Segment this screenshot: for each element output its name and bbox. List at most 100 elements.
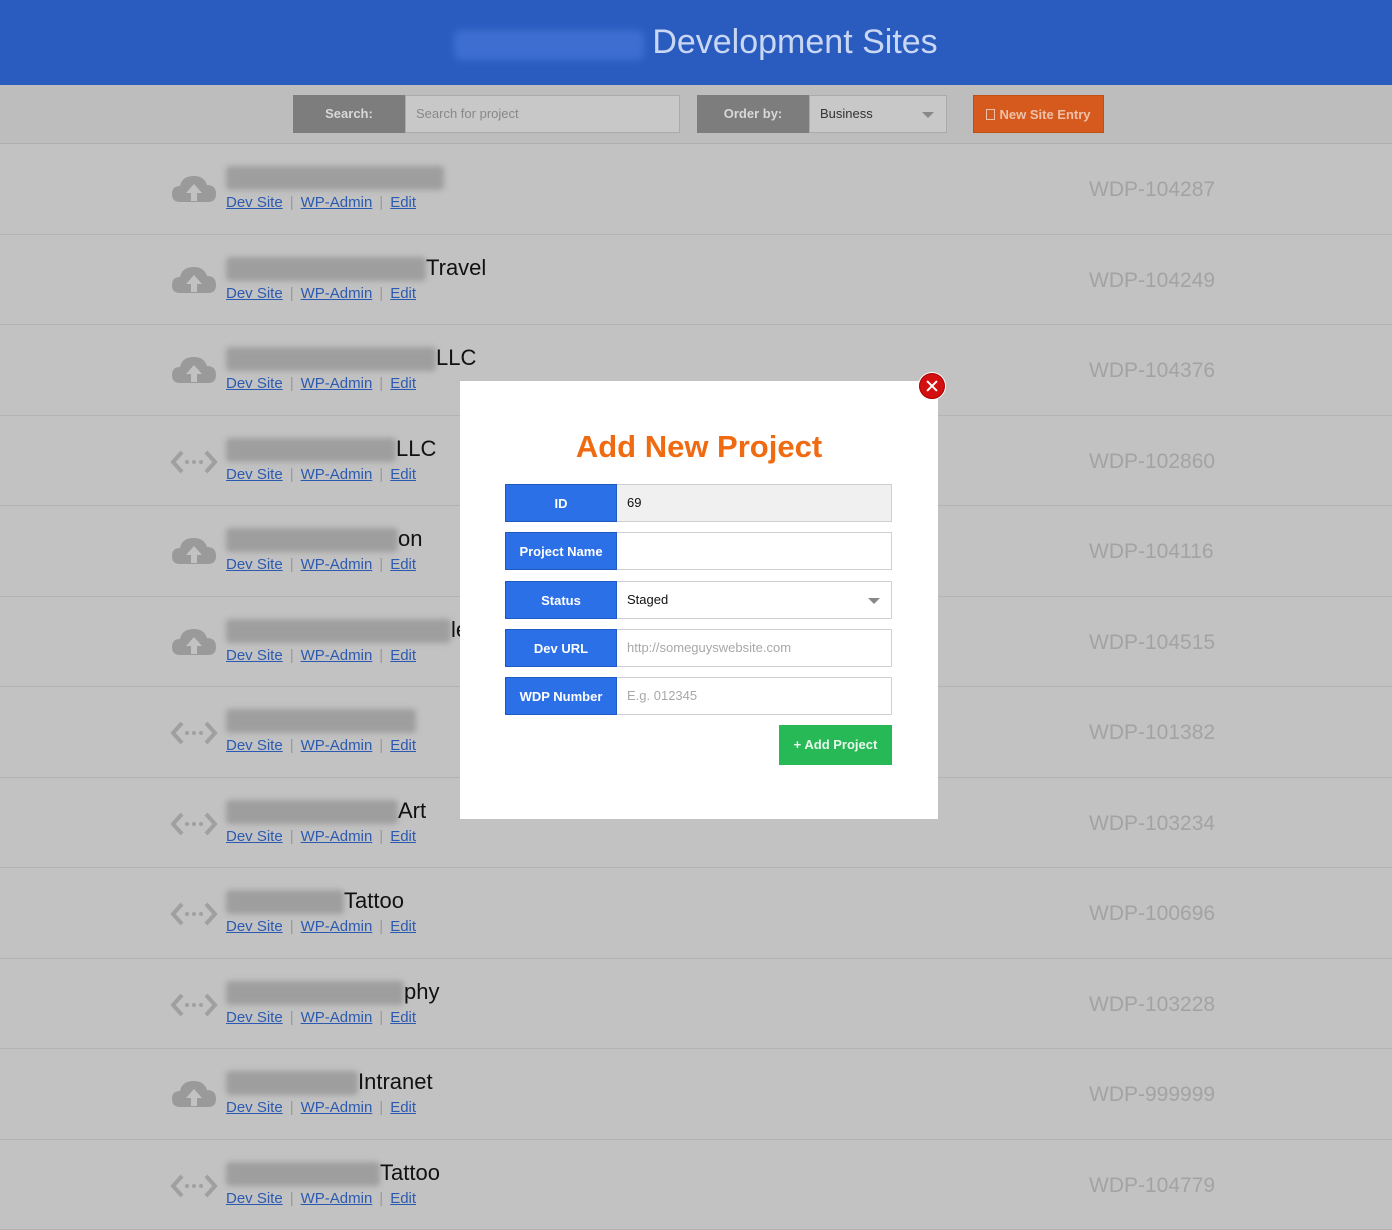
dev-site-link[interactable]: Dev Site [226, 1009, 283, 1026]
redacted-project-name [226, 1162, 380, 1186]
wdp-number: WDP-104287 [1089, 178, 1215, 202]
link-separator: | [379, 1009, 383, 1026]
cloud-upload-icon [170, 263, 218, 299]
edit-link[interactable]: Edit [390, 647, 416, 664]
cloud-upload-icon [170, 1077, 218, 1113]
wdp-number-label: WDP Number [505, 677, 617, 715]
edit-link[interactable]: Edit [390, 1009, 416, 1026]
edit-link[interactable]: Edit [390, 1099, 416, 1116]
project-links: Dev Site|WP-Admin|Edit [226, 647, 416, 664]
link-separator: | [379, 1099, 383, 1116]
link-separator: | [379, 828, 383, 845]
edit-link[interactable]: Edit [390, 466, 416, 483]
link-separator: | [379, 375, 383, 392]
dev-url-field: Dev URL http://someguyswebsite.com [505, 629, 892, 667]
wp-admin-link[interactable]: WP-Admin [301, 1190, 373, 1207]
project-links: Dev Site | WP-Admin | Edit [226, 375, 416, 392]
project-links: Dev Site|WP-Admin|Edit [226, 737, 416, 754]
link-separator: | [290, 647, 294, 664]
new-site-entry-button[interactable]: New Site Entry [973, 95, 1104, 133]
dev-site-link[interactable]: Dev Site [226, 285, 283, 302]
dev-site-link[interactable]: Dev Site [226, 556, 283, 573]
dev-site-link[interactable]: Dev Site [226, 466, 283, 483]
redacted-project-name [226, 709, 416, 733]
link-separator: | [379, 466, 383, 483]
project-name-input[interactable] [617, 532, 892, 570]
dev-site-link[interactable]: Dev Site [226, 828, 283, 845]
list-item: TattooDev Site|WP-Admin|EditWDP-104779 [0, 1140, 1392, 1230]
code-arrows-icon [170, 987, 218, 1023]
wp-admin-link[interactable]: WP-Admin [301, 466, 373, 483]
redacted-project-name [226, 347, 436, 371]
dev-site-link[interactable]: Dev Site [226, 647, 283, 664]
id-label: ID [505, 484, 617, 522]
page-header: Development Sites [0, 0, 1392, 85]
dev-site-link[interactable]: Dev Site [226, 737, 283, 754]
edit-link[interactable]: Edit [390, 556, 416, 573]
wdp-number: WDP-103228 [1089, 993, 1215, 1017]
dev-site-link[interactable]: Dev Site [226, 1190, 283, 1207]
status-value: Staged [627, 592, 668, 607]
dev-site-link[interactable]: Dev Site [226, 194, 283, 211]
project-links: Dev Site | WP-Admin | Edit [226, 556, 416, 573]
project-links: Dev Site|WP-Admin|Edit [226, 194, 416, 211]
wdp-number: WDP-102860 [1089, 450, 1215, 474]
wdp-number: WDP-104376 [1089, 359, 1215, 383]
link-separator: | [379, 556, 383, 573]
wp-admin-link[interactable]: WP-Admin [301, 375, 373, 392]
wp-admin-link[interactable]: WP-Admin [301, 556, 373, 573]
project-links: Dev Site | WP-Admin | Edit [226, 1099, 416, 1116]
list-item: IntranetDev Site|WP-Admin|EditWDP-999999 [0, 1049, 1392, 1140]
search-input[interactable]: Search for project [405, 95, 680, 133]
wdp-number-input[interactable]: E.g. 012345 [617, 677, 892, 715]
project-name: LLC [396, 436, 436, 462]
project-name: Intranet [358, 1069, 433, 1095]
code-arrows-icon [170, 444, 218, 480]
wp-admin-link[interactable]: WP-Admin [301, 194, 373, 211]
status-select[interactable]: Staged [617, 581, 892, 619]
dev-site-link[interactable]: Dev Site [226, 1099, 283, 1116]
link-separator: | [290, 556, 294, 573]
edit-link[interactable]: Edit [390, 828, 416, 845]
dev-site-link[interactable]: Dev Site [226, 375, 283, 392]
dev-site-link[interactable]: Dev Site [226, 918, 283, 935]
add-project-button[interactable]: + Add Project [779, 725, 892, 765]
wp-admin-link[interactable]: WP-Admin [301, 285, 373, 302]
edit-link[interactable]: Edit [390, 918, 416, 935]
wp-admin-link[interactable]: WP-Admin [301, 1009, 373, 1026]
project-links: Dev Site|WP-Admin|Edit [226, 466, 416, 483]
dev-url-label: Dev URL [505, 629, 617, 667]
edit-link[interactable]: Edit [390, 737, 416, 754]
id-input[interactable]: 69 [617, 484, 892, 522]
dev-url-input[interactable]: http://someguyswebsite.com [617, 629, 892, 667]
modal-title: Add New Project [460, 429, 938, 465]
wp-admin-link[interactable]: WP-Admin [301, 828, 373, 845]
cloud-upload-icon [170, 172, 218, 208]
project-name-label: Project Name [505, 532, 617, 570]
status-label: Status [505, 581, 617, 619]
project-name: LLC [436, 345, 476, 371]
wdp-number: WDP-104116 [1089, 540, 1214, 564]
link-separator: | [290, 1099, 294, 1116]
order-by-select[interactable]: Business [809, 95, 947, 133]
wp-admin-link[interactable]: WP-Admin [301, 647, 373, 664]
link-separator: | [290, 375, 294, 392]
close-icon[interactable] [919, 373, 945, 399]
wp-admin-link[interactable]: WP-Admin [301, 1099, 373, 1116]
edit-link[interactable]: Edit [390, 285, 416, 302]
redacted-project-name [226, 890, 344, 914]
edit-link[interactable]: Edit [390, 1190, 416, 1207]
chevron-down-icon [922, 112, 934, 118]
chevron-down-icon [868, 598, 880, 604]
redacted-project-name [226, 528, 398, 552]
link-separator: | [290, 285, 294, 302]
redacted-project-name [226, 619, 451, 643]
cloud-upload-icon [170, 625, 218, 661]
list-item: phyDev Site|WP-Admin|EditWDP-103228 [0, 959, 1392, 1050]
edit-link[interactable]: Edit [390, 194, 416, 211]
wdp-number: WDP-104249 [1089, 269, 1215, 293]
wp-admin-link[interactable]: WP-Admin [301, 918, 373, 935]
edit-link[interactable]: Edit [390, 375, 416, 392]
wp-admin-link[interactable]: WP-Admin [301, 737, 373, 754]
document-icon [986, 109, 995, 120]
